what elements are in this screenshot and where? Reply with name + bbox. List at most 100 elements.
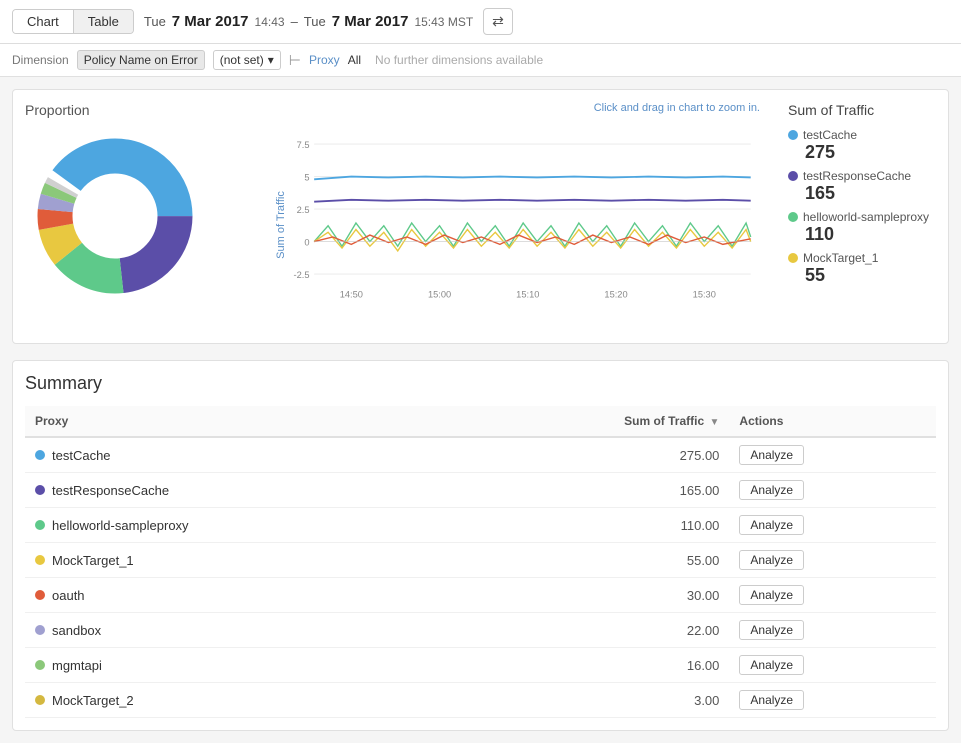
proxy-cell-5: sandbox [25,613,448,648]
start-day: Tue [144,14,166,29]
start-date: 7 Mar 2017 [172,13,249,30]
dimension-label: Dimension [12,53,69,67]
svg-text:0: 0 [304,237,309,247]
end-day: Tue [304,14,326,29]
legend-section: Sum of Traffic testCache 275 testRespons… [776,102,936,331]
analyze-button-5[interactable]: Analyze [739,620,804,640]
proxy-color-dot-4 [35,590,45,600]
legend-value-3: 55 [805,265,936,286]
y-axis-label: Sum of Traffic [275,191,287,259]
proxy-cell-4: oauth [25,578,448,613]
proxy-name-3: MockTarget_1 [52,553,134,568]
proxy-color-dot-5 [35,625,45,635]
proxy-color-dot-3 [35,555,45,565]
traffic-cell-7: 3.00 [448,683,729,718]
proxy-name-6: mgmtapi [52,658,102,673]
legend-value-0: 275 [805,142,936,163]
traffic-cell-0: 275.00 [448,437,729,473]
analyze-button-0[interactable]: Analyze [739,445,804,465]
proxy-link[interactable]: Proxy [309,53,340,67]
analyze-button-6[interactable]: Analyze [739,655,804,675]
svg-text:7.5: 7.5 [297,140,310,150]
analyze-button-3[interactable]: Analyze [739,550,804,570]
analyze-button-7[interactable]: Analyze [739,690,804,710]
line-chart-section: Click and drag in chart to zoom in. Sum … [241,102,760,331]
proxy-name-5: sandbox [52,623,101,638]
legend-value-1: 165 [805,183,936,204]
traffic-cell-3: 55.00 [448,543,729,578]
line-chart-svg[interactable]: 7.5 5 2.5 0 -2.5 14:50 15:00 15:10 15:20… [277,118,760,328]
table-header-row: Proxy Sum of Traffic ▼ Actions [25,406,936,437]
zoom-hint: Click and drag in chart to zoom in. [241,102,760,114]
table-row: testResponseCache 165.00 Analyze [25,473,936,508]
summary-table: Proxy Sum of Traffic ▼ Actions testCache… [25,406,936,718]
svg-text:14:50: 14:50 [340,289,363,299]
table-row: MockTarget_2 3.00 Analyze [25,683,936,718]
analyze-button-1[interactable]: Analyze [739,480,804,500]
action-cell-1: Analyze [729,473,936,508]
policy-name-badge: Policy Name on Error [77,50,205,70]
traffic-cell-1: 165.00 [448,473,729,508]
legend-name-2: helloworld-sampleproxy [788,210,936,224]
main-content: Proportion [0,77,961,743]
legend-dot-3 [788,253,798,263]
end-date: 7 Mar 2017 [332,13,409,30]
legend-item-2: helloworld-sampleproxy 110 [788,210,936,245]
traffic-cell-5: 22.00 [448,613,729,648]
svg-text:15:30: 15:30 [693,289,716,299]
traffic-cell-6: 16.00 [448,648,729,683]
tab-group: Chart Table [12,9,134,34]
legend-item-3: MockTarget_1 55 [788,251,936,286]
svg-text:15:00: 15:00 [428,289,451,299]
separator-icon: ⊢ [289,52,301,69]
legend-item-0: testCache 275 [788,128,936,163]
proxy-cell-7: MockTarget_2 [25,683,448,718]
table-tab[interactable]: Table [74,10,133,33]
analyze-button-2[interactable]: Analyze [739,515,804,535]
proxy-name-7: MockTarget_2 [52,693,134,708]
svg-text:2.5: 2.5 [297,205,310,215]
proxy-color-dot-0 [35,450,45,460]
proxy-color-dot-1 [35,485,45,495]
chart-wrapper: Sum of Traffic 7.5 5 2.5 0 -2.5 [277,118,760,331]
not-set-dropdown[interactable]: (not set) ▾ [213,50,281,70]
proxy-name-1: testResponseCache [52,483,169,498]
all-link[interactable]: All [348,53,361,67]
table-row: MockTarget_1 55.00 Analyze [25,543,936,578]
legend-name-1: testResponseCache [788,169,936,183]
legend-dot-1 [788,171,798,181]
table-row: mgmtapi 16.00 Analyze [25,648,936,683]
proxy-color-dot-7 [35,695,45,705]
table-row: sandbox 22.00 Analyze [25,613,936,648]
chart-tab[interactable]: Chart [13,10,74,33]
action-cell-3: Analyze [729,543,936,578]
svg-text:-2.5: -2.5 [294,270,310,280]
proportion-title: Proportion [25,102,225,118]
date-range: Tue 7 Mar 2017 14:43 – Tue 7 Mar 2017 15… [144,13,473,30]
proxy-cell-3: MockTarget_1 [25,543,448,578]
legend-value-2: 110 [805,224,936,245]
legend-item-1: testResponseCache 165 [788,169,936,204]
proxy-color-dot-2 [35,520,45,530]
action-cell-7: Analyze [729,683,936,718]
proportion-section: Proportion [25,102,225,331]
proxy-cell-0: testCache [25,437,448,473]
legend-title: Sum of Traffic [788,102,936,118]
analyze-button-4[interactable]: Analyze [739,585,804,605]
dropdown-value: (not set) [220,53,264,67]
legend-dot-2 [788,212,798,222]
chevron-down-icon: ▾ [268,53,274,67]
traffic-column-header[interactable]: Sum of Traffic ▼ [448,406,729,437]
donut-chart [25,126,205,306]
date-dash: – [291,14,298,29]
summary-section: Summary Proxy Sum of Traffic ▼ Actions t… [12,360,949,731]
proxy-cell-6: mgmtapi [25,648,448,683]
proxy-cell-2: helloworld-sampleproxy [25,508,448,543]
legend-name-0: testCache [788,128,936,142]
proxy-cell-1: testResponseCache [25,473,448,508]
start-time: 14:43 [255,15,285,29]
proxy-name-2: helloworld-sampleproxy [52,518,189,533]
top-bar: Chart Table Tue 7 Mar 2017 14:43 – Tue 7… [0,0,961,44]
proxy-name-4: oauth [52,588,85,603]
refresh-button[interactable]: ⇄ [483,8,513,35]
